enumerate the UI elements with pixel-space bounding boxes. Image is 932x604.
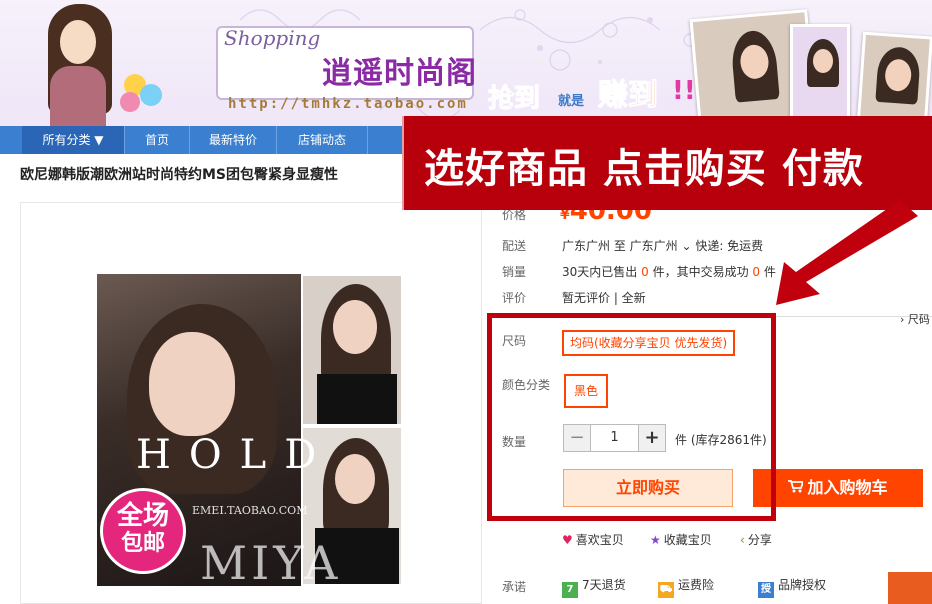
nav-store-news[interactable]: 店铺动态: [277, 126, 367, 154]
promise-freight-label: 运费险: [678, 578, 715, 592]
promise-freight-insurance[interactable]: ⛟ 运费险: [658, 576, 714, 598]
promise-brand-authorized[interactable]: 授品牌授权: [758, 576, 826, 598]
sales-suffix: 件: [763, 265, 776, 279]
quantity-label: 数量: [502, 435, 527, 449]
slogan-earn: 赚到: [598, 78, 659, 114]
promise-return-label: 7天退货: [582, 578, 626, 592]
add-to-cart-label: 加入购物车: [807, 478, 888, 497]
sales-count: 0: [641, 265, 649, 279]
promise-brand-label: 品牌授权: [778, 578, 827, 592]
size-label: 尺码: [502, 334, 527, 348]
shipping-info[interactable]: 广东广州 至 广东广州 ⌄ 快递: 免运费: [562, 237, 763, 254]
promise-label: 承诺: [502, 580, 527, 594]
sales-label: 销量: [502, 265, 527, 279]
freight-insurance-icon: ⛟: [658, 582, 674, 598]
store-url: http://tmhkz.taobao.com: [228, 96, 468, 112]
quantity-decrease-button[interactable]: −: [563, 424, 591, 452]
image-hold-text: HOLD: [136, 432, 335, 478]
like-label: 喜欢宝贝: [575, 533, 624, 547]
promise-7day-return[interactable]: 7 7天退货: [562, 576, 626, 598]
banner-photo-2: [790, 24, 850, 122]
nav-home[interactable]: 首页: [125, 126, 189, 154]
image-inset-top: [301, 274, 403, 426]
share-link[interactable]: ‹ 分享: [740, 531, 772, 548]
heart-icon: ♥: [562, 533, 573, 547]
image-watermark-url: EMEI.TAOBAO.COM: [192, 504, 308, 517]
star-icon: ★: [650, 533, 661, 547]
sales-prefix: 30天内已售出: [562, 265, 638, 279]
shipping-label: 配送: [502, 239, 527, 253]
store-banner[interactable]: Shopping 逍遥时尚阁 http://tmhkz.taobao.com 抢…: [0, 0, 932, 126]
quantity-increase-button[interactable]: +: [638, 424, 666, 452]
nav-latest-deals[interactable]: 最新特价: [190, 126, 276, 154]
brand-auth-icon: 授: [758, 582, 774, 598]
image-miya-text: MIYA: [200, 536, 342, 590]
free-shipping-badge: 全场 包邮: [100, 488, 186, 574]
buy-now-button[interactable]: 立即购买: [563, 469, 733, 507]
favorite-item-link[interactable]: ★ 收藏宝贝: [650, 531, 712, 548]
quantity-input[interactable]: 1: [590, 424, 639, 452]
color-label: 颜色分类: [502, 378, 551, 392]
store-name: 逍遥时尚阁: [322, 56, 477, 91]
info-divider: [502, 316, 932, 317]
sales-success-count: 0: [752, 265, 761, 279]
share-icon: ‹: [740, 533, 745, 547]
add-to-cart-button[interactable]: 加入购物车: [753, 469, 923, 507]
product-title: 欧尼娜韩版潮欧洲站时尚特约MS团包臀紧身显瘦性: [20, 167, 339, 183]
badge-line-2: 包邮: [120, 531, 165, 556]
review-info[interactable]: 暂无评价 | 全新: [562, 289, 646, 306]
badge-line-1: 全场: [116, 501, 169, 531]
favorite-label: 收藏宝贝: [663, 533, 712, 547]
instruction-text: 选好商品 点击购买 付款: [424, 145, 864, 192]
cart-icon: [788, 469, 805, 507]
color-option-black[interactable]: 黑色: [564, 374, 608, 408]
kids-cartoon-logo: [118, 70, 168, 116]
product-page: Shopping 逍遥时尚阁 http://tmhkz.taobao.com 抢…: [0, 0, 932, 604]
korean-fine-print: [172, 40, 218, 110]
seven-day-icon: 7: [562, 582, 578, 598]
stock-info: 件 (库存2861件): [675, 433, 767, 447]
slogan-is: 就是: [558, 94, 585, 109]
banner-model-illustration: [30, 0, 120, 126]
slogan-exclaim: !!: [672, 76, 696, 106]
sales-info: 30天内已售出 0 件，其中交易成功 0 件: [562, 263, 776, 280]
floating-widget[interactable]: [888, 572, 932, 604]
review-label: 评价: [502, 291, 527, 305]
nav-divider: [367, 126, 368, 154]
banner-photo-3: [857, 31, 932, 125]
size-chart-link[interactable]: › 尺码: [900, 311, 930, 327]
size-option-free[interactable]: 均码(收藏分享宝贝 优先发货): [562, 330, 736, 356]
instruction-overlay: 选好商品 点击购买 付款: [402, 116, 932, 210]
nav-all-categories[interactable]: 所有分类 ▼: [22, 126, 124, 154]
sales-mid: 件，其中交易成功: [652, 265, 749, 279]
share-label: 分享: [747, 533, 772, 547]
slogan-grab: 抢到: [487, 84, 541, 115]
like-item-link[interactable]: ♥ 喜欢宝贝: [562, 531, 624, 548]
logo-shopping-text: Shopping: [224, 26, 321, 50]
